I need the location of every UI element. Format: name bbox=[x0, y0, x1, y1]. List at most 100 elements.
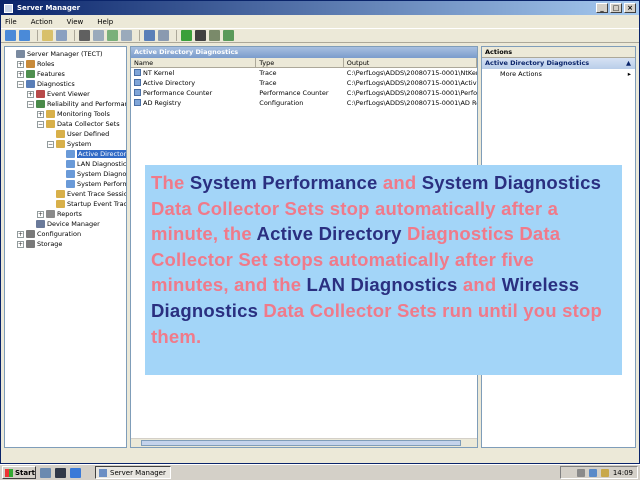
taskbar-server-manager[interactable]: Server Manager bbox=[95, 466, 171, 479]
tree-item[interactable]: LAN Diagnostics bbox=[7, 159, 126, 169]
tree-item-label: User Defined bbox=[67, 130, 110, 138]
menu-action[interactable]: Action bbox=[31, 18, 53, 26]
expand-icon[interactable]: + bbox=[37, 210, 44, 218]
schedule-icon[interactable] bbox=[223, 30, 234, 41]
clock[interactable]: 14:09 bbox=[613, 469, 633, 477]
node-icon bbox=[26, 70, 35, 78]
horizontal-scrollbar[interactable] bbox=[131, 438, 477, 447]
tree-item-label: Storage bbox=[37, 240, 63, 248]
table-row[interactable]: Performance Counter Performance Counter C:… bbox=[131, 88, 477, 98]
minimize-button[interactable]: _ bbox=[596, 3, 608, 13]
collapse-icon[interactable]: − bbox=[47, 140, 54, 148]
tree-item[interactable]: + Roles bbox=[7, 59, 126, 69]
table-row[interactable]: Active Directory Trace C:\PerfLogs\ADDS\20… bbox=[131, 78, 477, 88]
network-icon[interactable] bbox=[576, 468, 585, 477]
more-actions-item[interactable]: More Actions ▸ bbox=[482, 69, 635, 80]
collapse-icon[interactable]: − bbox=[27, 100, 34, 108]
tree-item[interactable]: − Data Collector Sets bbox=[7, 119, 126, 129]
tree-item-label: Monitoring Tools bbox=[57, 110, 110, 118]
tree-item[interactable]: Event Trace Sessions bbox=[7, 189, 126, 199]
actions-section[interactable]: Active Directory Diagnostics ▲ bbox=[482, 58, 635, 69]
forward-icon[interactable] bbox=[19, 30, 30, 41]
tree-item-label: Data Collector Sets bbox=[57, 120, 120, 128]
properties-icon[interactable] bbox=[93, 30, 104, 41]
details-header: Active Directory Diagnostics bbox=[131, 47, 477, 58]
tree-item[interactable]: Startup Event Trace Sessions bbox=[7, 199, 126, 209]
console-icon[interactable] bbox=[158, 30, 169, 41]
column-type[interactable]: Type bbox=[256, 58, 344, 67]
save-template-icon[interactable] bbox=[209, 30, 220, 41]
tree-item-label: System Performance bbox=[77, 180, 126, 188]
expand-icon[interactable]: + bbox=[17, 70, 24, 78]
node-icon bbox=[56, 190, 65, 198]
collapse-icon[interactable]: − bbox=[37, 120, 44, 128]
powershell-icon[interactable] bbox=[55, 467, 66, 478]
show-hide-tree-icon[interactable] bbox=[56, 30, 67, 41]
tree-item[interactable]: User Defined bbox=[7, 129, 126, 139]
expand-icon[interactable]: + bbox=[17, 240, 24, 248]
cell-type: Trace bbox=[259, 69, 277, 77]
tree-item[interactable]: − System bbox=[7, 139, 126, 149]
column-name[interactable]: Name bbox=[131, 58, 257, 67]
node-icon bbox=[36, 220, 45, 228]
table-row[interactable]: AD Registry Configuration C:\PerfLogs\ADDS… bbox=[131, 98, 477, 108]
cell-output: C:\PerfLogs\ADDS\20080715-0001\Perform..… bbox=[346, 89, 478, 97]
tree-item[interactable]: Server Manager (TECT) bbox=[7, 49, 126, 59]
tree-item[interactable]: Active Directory bbox=[7, 149, 126, 159]
notification-icon[interactable] bbox=[600, 468, 609, 477]
tree-item[interactable]: + Configuration bbox=[7, 229, 126, 239]
delete-icon[interactable] bbox=[79, 30, 90, 41]
server-manager-quicklaunch-icon[interactable] bbox=[40, 467, 51, 478]
refresh-icon[interactable] bbox=[107, 30, 118, 41]
menu-file[interactable]: File bbox=[5, 18, 17, 26]
menu-help[interactable]: Help bbox=[97, 18, 113, 26]
up-folder-icon[interactable] bbox=[42, 30, 53, 41]
help-icon[interactable] bbox=[144, 30, 155, 41]
tree-item-label: LAN Diagnostics bbox=[77, 160, 127, 168]
collapse-icon[interactable]: − bbox=[17, 80, 24, 88]
caption-highlight: Active Directory bbox=[256, 223, 402, 245]
expand-icon[interactable]: + bbox=[17, 60, 24, 68]
caption-overlay: The System Performance and System Diagno… bbox=[145, 165, 622, 375]
start-button[interactable]: Start bbox=[2, 466, 36, 479]
collapse-arrow-icon[interactable]: ▲ bbox=[626, 58, 631, 69]
maximize-button[interactable]: □ bbox=[610, 3, 622, 13]
caption-highlight: System Diagnostics bbox=[421, 172, 602, 193]
scrollbar-thumb[interactable] bbox=[141, 440, 461, 446]
tree-item[interactable]: + Storage bbox=[7, 239, 126, 249]
node-icon bbox=[56, 140, 65, 148]
title-bar: Server Manager _ □ × bbox=[1, 1, 639, 15]
tree-item[interactable]: Device Manager bbox=[7, 219, 126, 229]
node-icon bbox=[26, 240, 35, 248]
taskbar: Start Server Manager 14:09 bbox=[0, 464, 640, 480]
tree-item[interactable]: System Diagnostics bbox=[7, 169, 126, 179]
actions-section-label: Active Directory Diagnostics bbox=[485, 59, 590, 67]
back-icon[interactable] bbox=[5, 30, 16, 41]
collector-icon bbox=[134, 79, 141, 86]
tree-item-label: Active Directory bbox=[77, 150, 126, 158]
node-icon bbox=[46, 210, 55, 218]
expand-icon[interactable]: + bbox=[37, 110, 44, 118]
stop-icon[interactable] bbox=[195, 30, 206, 41]
expand-icon[interactable]: + bbox=[17, 230, 24, 238]
tree-item[interactable]: System Performance bbox=[7, 179, 126, 189]
expand-icon[interactable]: + bbox=[27, 90, 34, 98]
collector-icon bbox=[134, 89, 141, 96]
tree-item[interactable]: − Reliability and Performance bbox=[7, 99, 126, 109]
start-icon[interactable] bbox=[181, 30, 192, 41]
tree-item[interactable]: + Event Viewer bbox=[7, 89, 126, 99]
close-button[interactable]: × bbox=[624, 3, 636, 13]
menu-view[interactable]: View bbox=[67, 18, 84, 26]
column-output[interactable]: Output bbox=[344, 58, 477, 67]
actions-header: Actions bbox=[482, 47, 635, 58]
cell-type: Trace bbox=[259, 79, 277, 87]
export-icon[interactable] bbox=[121, 30, 132, 41]
tree-item[interactable]: + Monitoring Tools bbox=[7, 109, 126, 119]
tree-item[interactable]: − Diagnostics bbox=[7, 79, 126, 89]
volume-icon[interactable] bbox=[588, 468, 597, 477]
table-row[interactable]: NT Kernel Trace C:\PerfLogs\ADDS\20080715-… bbox=[131, 68, 477, 78]
tree-item[interactable]: + Reports bbox=[7, 209, 126, 219]
tree-item[interactable]: + Features bbox=[7, 69, 126, 79]
collector-icon bbox=[134, 69, 141, 76]
internet-explorer-icon[interactable] bbox=[70, 467, 81, 478]
